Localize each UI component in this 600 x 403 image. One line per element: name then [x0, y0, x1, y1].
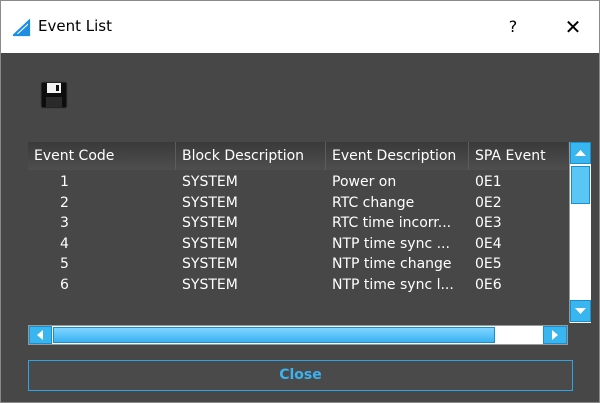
horizontal-scroll-thumb[interactable] — [53, 327, 495, 343]
spa-event-cell: 0E2 — [475, 194, 502, 211]
title-bar: Event List ? ✕ — [1, 1, 599, 53]
chevron-left-icon — [37, 330, 43, 340]
chevron-down-icon — [575, 308, 586, 314]
event-table: Event Code Block Description Event Descr… — [28, 142, 595, 350]
block-description-cell: SYSTEM — [182, 174, 238, 190]
event-code-cell: 4 — [60, 235, 69, 252]
table-row[interactable]: 5 SYSTEM NTP time change 0E5 — [28, 254, 568, 275]
event-code-cell: 6 — [60, 276, 69, 293]
column-header-event-description[interactable]: Event Description — [326, 142, 469, 170]
column-header-event-code[interactable]: Event Code — [28, 142, 176, 170]
event-code-cell: 1 — [60, 174, 69, 190]
table-row[interactable]: 3 SYSTEM RTC time incorr... 0E3 — [28, 213, 568, 234]
column-header-block-description[interactable]: Block Description — [176, 142, 326, 170]
close-button[interactable]: Close — [28, 360, 573, 391]
event-description-cell: NTP time sync l... — [332, 276, 454, 293]
table-row[interactable]: 4 SYSTEM NTP time sync ... 0E4 — [28, 234, 568, 255]
table-row[interactable]: 2 SYSTEM RTC change 0E2 — [28, 193, 568, 214]
event-description-cell: RTC time incorr... — [332, 215, 452, 231]
block-description-cell: SYSTEM — [182, 256, 238, 272]
help-button[interactable]: ? — [497, 11, 529, 43]
save-icon[interactable] — [40, 81, 68, 109]
vertical-scrollbar[interactable] — [569, 142, 591, 323]
window-close-button[interactable]: ✕ — [557, 11, 589, 43]
spa-event-cell: 0E3 — [475, 215, 502, 231]
block-description-cell: SYSTEM — [182, 215, 238, 231]
column-header-spa-event[interactable]: SPA Event — [469, 142, 568, 170]
scroll-down-button[interactable] — [570, 300, 591, 322]
table-row[interactable]: 6 SYSTEM NTP time sync l... 0E6 — [28, 275, 568, 296]
spa-event-cell: 0E1 — [475, 174, 502, 190]
table-row[interactable]: 1 SYSTEM Power on 0E1 — [28, 172, 568, 193]
scroll-right-button[interactable] — [543, 326, 567, 344]
window-title: Event List — [38, 17, 112, 35]
chevron-right-icon — [552, 330, 558, 340]
scroll-left-button[interactable] — [29, 326, 52, 344]
block-description-cell: SYSTEM — [182, 194, 238, 211]
spa-event-cell: 0E5 — [475, 256, 502, 272]
chevron-up-icon — [575, 150, 586, 156]
table-header: Event Code Block Description Event Descr… — [28, 142, 568, 170]
event-description-cell: NTP time sync ... — [332, 235, 450, 252]
vertical-scroll-thumb[interactable] — [571, 166, 590, 204]
scroll-up-button[interactable] — [570, 142, 591, 164]
spa-event-cell: 0E6 — [475, 276, 502, 293]
event-description-cell: Power on — [332, 174, 397, 190]
event-code-cell: 2 — [60, 194, 69, 211]
app-logo-icon — [11, 18, 31, 37]
block-description-cell: SYSTEM — [182, 235, 238, 252]
event-code-cell: 5 — [60, 256, 69, 272]
block-description-cell: SYSTEM — [182, 276, 238, 293]
event-list-window: Event List ? ✕ Event Code Block Descript… — [0, 0, 600, 403]
spa-event-cell: 0E4 — [475, 235, 502, 252]
horizontal-scrollbar[interactable] — [28, 325, 568, 345]
event-code-cell: 3 — [60, 215, 69, 231]
event-description-cell: NTP time change — [332, 256, 452, 272]
table-body: 1 SYSTEM Power on 0E1 2 SYSTEM RTC chang… — [28, 172, 568, 295]
event-description-cell: RTC change — [332, 194, 415, 211]
